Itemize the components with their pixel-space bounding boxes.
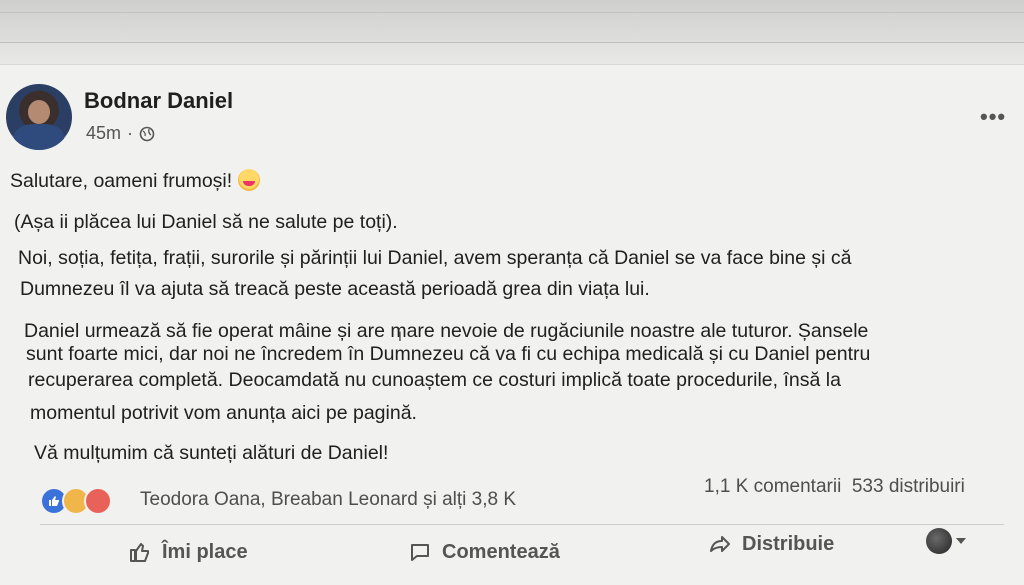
post-line-6: sunt foarte mici, dar noi ne încredem în… — [26, 343, 871, 365]
avatar[interactable] — [6, 84, 72, 150]
shares-count[interactable]: 533 distribuiri — [852, 476, 965, 497]
post-line-8: momentul potrivit vom anunța aici pe pag… — [30, 402, 417, 424]
chevron-down-icon — [956, 538, 966, 544]
profile-icon — [926, 528, 952, 554]
post-line-3: Noi, soția, fetița, frații, surorile și … — [18, 247, 852, 269]
more-options-icon[interactable]: ••• — [980, 104, 1006, 130]
globe-icon[interactable] — [139, 126, 155, 142]
post-meta: 45m · — [86, 123, 155, 144]
post-line-1: Salutare, oameni frumoși! — [10, 169, 261, 193]
comment-label: Comentează — [442, 540, 560, 563]
like-button[interactable]: Îmi place — [128, 540, 248, 564]
post-time[interactable]: 45m — [86, 123, 121, 144]
thumb-up-icon — [130, 543, 149, 562]
share-label: Distribuie — [742, 532, 835, 555]
hug-emoji-icon — [238, 169, 261, 191]
love-icon — [84, 487, 112, 515]
reaction-icons[interactable] — [40, 487, 112, 515]
share-button[interactable]: Distribuie — [708, 532, 834, 556]
text-cursor-icon: I — [398, 328, 402, 344]
share-icon — [710, 536, 730, 552]
divider — [40, 524, 1004, 525]
post-line-9: Vă mulțumim că sunteți alături de Daniel… — [34, 442, 389, 464]
like-label: Îmi place — [162, 540, 248, 563]
comment-button[interactable]: Comentează — [408, 540, 560, 564]
comment-icon — [411, 544, 429, 561]
post-line-2: (Așa ii plăcea lui Daniel să ne salute p… — [14, 211, 398, 233]
screen: Bodnar Daniel 45m · ••• Salutare, oameni… — [0, 0, 1024, 585]
comments-count[interactable]: 1,1 K comentarii — [704, 476, 841, 497]
post-line-4: Dumnezeu îl va ajuta să treacă peste ace… — [20, 278, 650, 300]
audience-selector[interactable] — [926, 528, 966, 554]
reaction-names[interactable]: Teodora Oana, Breaban Leonard și alți 3,… — [140, 489, 516, 511]
post-stats: 1,1 K comentarii 533 distribuiri — [704, 476, 965, 498]
top-bar — [0, 0, 1024, 43]
post-line-5: Daniel urmează să fie operat mâine și ar… — [24, 320, 869, 342]
author-name[interactable]: Bodnar Daniel — [84, 88, 233, 114]
post-line-7: recuperarea completă. Deocamdată nu cuno… — [28, 369, 841, 391]
meta-separator: · — [127, 123, 134, 143]
